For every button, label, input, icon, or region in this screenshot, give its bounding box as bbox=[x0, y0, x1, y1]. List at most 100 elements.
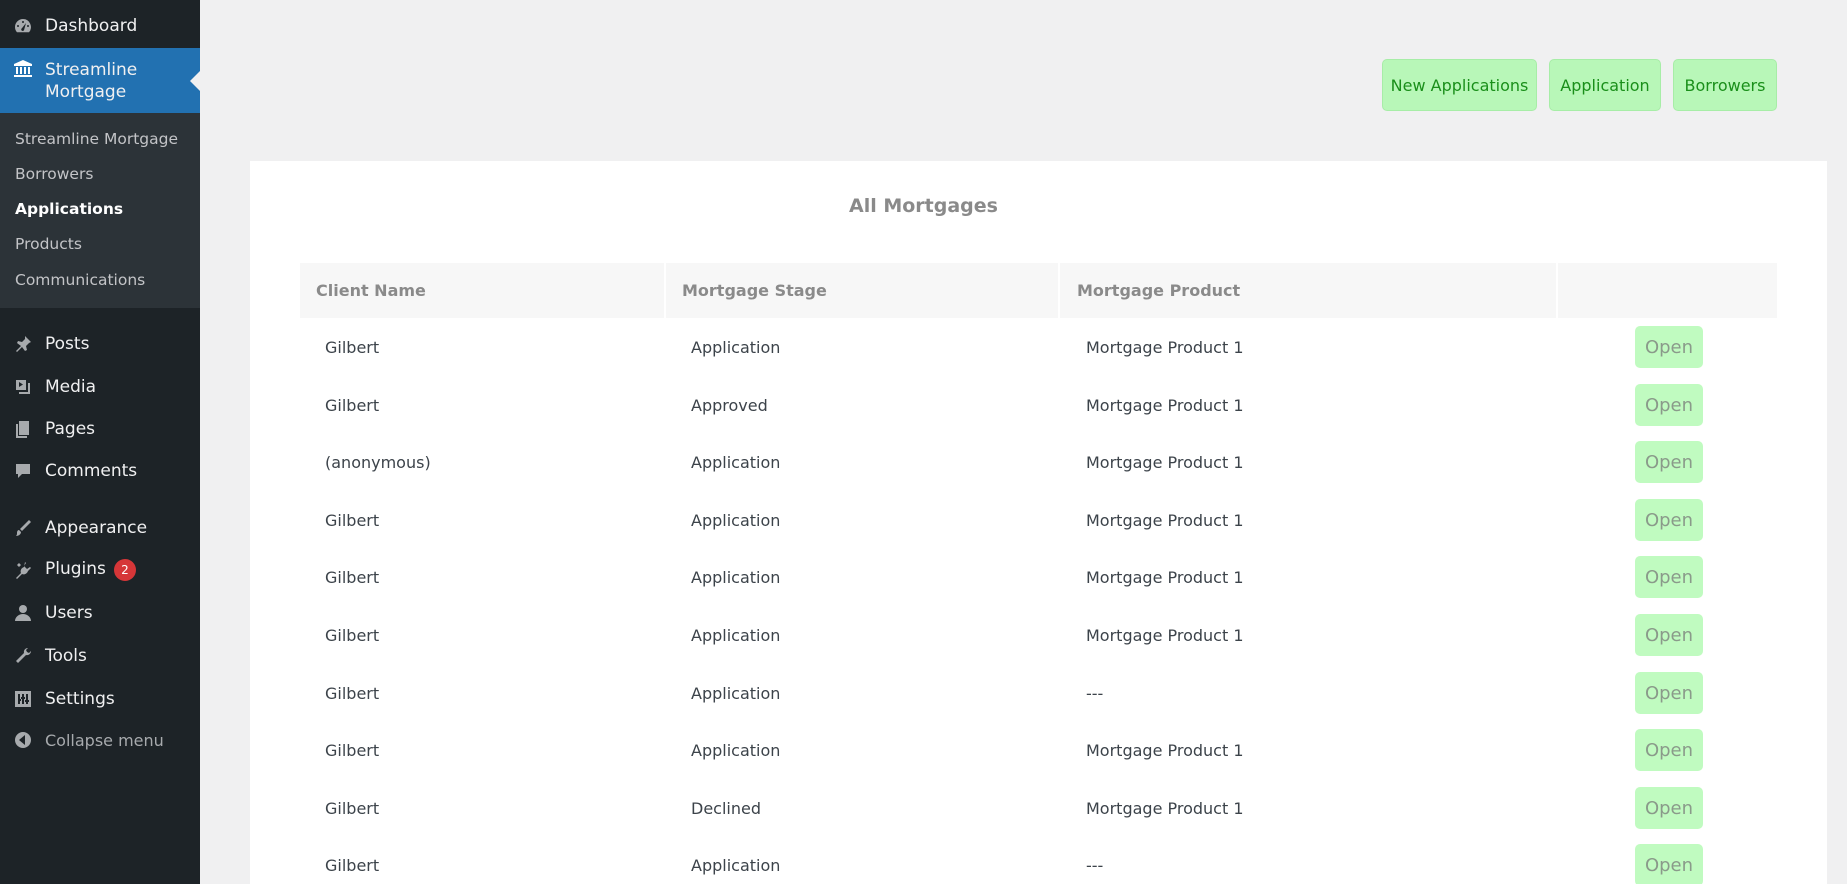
table-header: Client Name Mortgage Stage Mortgage Prod… bbox=[300, 263, 1777, 318]
open-button[interactable]: Open bbox=[1635, 326, 1703, 368]
menu-tools-label: Tools bbox=[45, 646, 87, 666]
open-button[interactable]: Open bbox=[1635, 384, 1703, 426]
settings-sliders-icon bbox=[0, 689, 45, 709]
current-menu-arrow bbox=[190, 71, 200, 91]
open-button[interactable]: Open bbox=[1635, 787, 1703, 829]
menu-posts-label: Posts bbox=[45, 334, 90, 354]
page-title: All Mortgages bbox=[849, 195, 998, 217]
open-button[interactable]: Open bbox=[1635, 729, 1703, 771]
mortgage-product-cell: Mortgage Product 1 bbox=[1086, 510, 1244, 530]
menu-comments-label: Comments bbox=[45, 461, 138, 481]
mortgage-product-cell: Mortgage Product 1 bbox=[1086, 567, 1244, 587]
table-row: Gilbert Application --- Open bbox=[300, 664, 1777, 722]
client-name-cell: Gilbert bbox=[325, 510, 380, 530]
admin-sidebar: Dashboard Streamline Mortgage Streamline… bbox=[0, 0, 200, 884]
header-divider bbox=[1058, 263, 1060, 318]
mortgage-product-cell: Mortgage Product 1 bbox=[1086, 395, 1244, 415]
header-divider bbox=[664, 263, 666, 318]
menu-comments[interactable]: Comments bbox=[0, 453, 200, 489]
collapse-menu-button[interactable]: Collapse menu bbox=[0, 722, 200, 758]
user-icon bbox=[0, 603, 45, 623]
menu-appearance[interactable]: Appearance bbox=[0, 510, 200, 546]
mortgage-product-cell: Mortgage Product 1 bbox=[1086, 337, 1244, 357]
menu-dashboard-label: Dashboard bbox=[45, 16, 138, 36]
mortgage-product-cell: --- bbox=[1086, 683, 1104, 703]
col-client-name: Client Name bbox=[316, 281, 426, 300]
paintbrush-icon bbox=[0, 518, 45, 538]
mortgage-stage-cell: Declined bbox=[691, 798, 761, 818]
dashboard-icon bbox=[0, 16, 45, 36]
collapse-arrow-icon bbox=[0, 730, 45, 750]
client-name-cell: Gilbert bbox=[325, 740, 380, 760]
open-button[interactable]: Open bbox=[1635, 556, 1703, 598]
mortgage-product-cell: --- bbox=[1086, 855, 1104, 875]
menu-plugins[interactable]: Plugins 2 bbox=[0, 552, 200, 588]
plug-icon bbox=[0, 560, 45, 580]
submenu-communications[interactable]: Communications bbox=[15, 271, 145, 289]
table-row: Gilbert Application Mortgage Product 1 Open bbox=[300, 318, 1777, 376]
menu-dashboard[interactable]: Dashboard bbox=[0, 8, 200, 44]
pages-icon bbox=[0, 419, 45, 439]
table-row: Gilbert Declined Mortgage Product 1 Open bbox=[300, 779, 1777, 837]
table-row: (anonymous) Application Mortgage Product 1… bbox=[300, 433, 1777, 491]
client-name-cell: Gilbert bbox=[325, 395, 380, 415]
mortgage-product-cell: Mortgage Product 1 bbox=[1086, 798, 1244, 818]
submenu-products[interactable]: Products bbox=[15, 235, 82, 253]
client-name-cell: Gilbert bbox=[325, 567, 380, 587]
mortgage-stage-cell: Application bbox=[691, 683, 781, 703]
open-button[interactable]: Open bbox=[1635, 499, 1703, 541]
mortgage-stage-cell: Application bbox=[691, 452, 781, 472]
menu-pages[interactable]: Pages bbox=[0, 411, 200, 447]
table-row: Gilbert Application Mortgage Product 1 Open bbox=[300, 491, 1777, 549]
open-button[interactable]: Open bbox=[1635, 441, 1703, 483]
mortgage-product-cell: Mortgage Product 1 bbox=[1086, 452, 1244, 472]
menu-media-label: Media bbox=[45, 377, 97, 397]
mortgage-stage-cell: Approved bbox=[691, 395, 768, 415]
wrench-icon bbox=[0, 646, 45, 666]
mortgage-stage-cell: Application bbox=[691, 510, 781, 530]
mortgage-stage-cell: Application bbox=[691, 625, 781, 645]
menu-streamline-mortgage-label: Streamline Mortgage bbox=[45, 60, 138, 102]
header-divider bbox=[1556, 263, 1558, 318]
application-button[interactable]: Application bbox=[1549, 59, 1661, 111]
menu-pages-label: Pages bbox=[45, 419, 96, 439]
comment-icon bbox=[0, 461, 45, 481]
client-name-cell: Gilbert bbox=[325, 798, 380, 818]
client-name-cell: (anonymous) bbox=[325, 452, 431, 472]
submenu-borrowers[interactable]: Borrowers bbox=[15, 165, 93, 183]
menu-posts[interactable]: Posts bbox=[0, 326, 200, 362]
table-row: Gilbert Application Mortgage Product 1 Open bbox=[300, 548, 1777, 606]
table-row: Gilbert Application Mortgage Product 1 Open bbox=[300, 606, 1777, 664]
menu-settings[interactable]: Settings bbox=[0, 681, 200, 717]
client-name-cell: Gilbert bbox=[325, 625, 380, 645]
open-button[interactable]: Open bbox=[1635, 844, 1703, 884]
plugins-update-badge: 2 bbox=[113, 559, 136, 581]
client-name-cell: Gilbert bbox=[325, 337, 380, 357]
menu-users[interactable]: Users bbox=[0, 595, 200, 631]
mortgage-stage-cell: Application bbox=[691, 337, 781, 357]
mortgage-stage-cell: Application bbox=[691, 740, 781, 760]
bank-icon bbox=[0, 59, 45, 79]
mortgage-stage-cell: Application bbox=[691, 567, 781, 587]
menu-appearance-label: Appearance bbox=[45, 518, 148, 538]
open-button[interactable]: Open bbox=[1635, 614, 1703, 656]
menu-tools[interactable]: Tools bbox=[0, 638, 200, 674]
col-mortgage-stage: Mortgage Stage bbox=[682, 281, 827, 300]
borrowers-button[interactable]: Borrowers bbox=[1673, 59, 1777, 111]
menu-settings-label: Settings bbox=[45, 689, 115, 709]
pushpin-icon bbox=[0, 334, 45, 354]
new-applications-button[interactable]: New Applications bbox=[1382, 59, 1537, 111]
collapse-menu-label: Collapse menu bbox=[45, 730, 164, 750]
open-button[interactable]: Open bbox=[1635, 672, 1703, 714]
mortgage-product-cell: Mortgage Product 1 bbox=[1086, 625, 1244, 645]
table-row: Gilbert Application Mortgage Product 1 Open bbox=[300, 721, 1777, 779]
menu-streamline-mortgage[interactable]: Streamline Mortgage bbox=[0, 48, 200, 113]
table-row: Gilbert Application --- Open bbox=[300, 836, 1777, 884]
client-name-cell: Gilbert bbox=[325, 683, 380, 703]
menu-media[interactable]: Media bbox=[0, 369, 200, 405]
media-icon bbox=[0, 377, 45, 397]
menu-plugins-label: Plugins 2 bbox=[45, 559, 136, 581]
mortgage-stage-cell: Application bbox=[691, 855, 781, 875]
menu-users-label: Users bbox=[45, 603, 93, 623]
submenu-streamline-mortgage[interactable]: Streamline Mortgage bbox=[15, 130, 178, 148]
